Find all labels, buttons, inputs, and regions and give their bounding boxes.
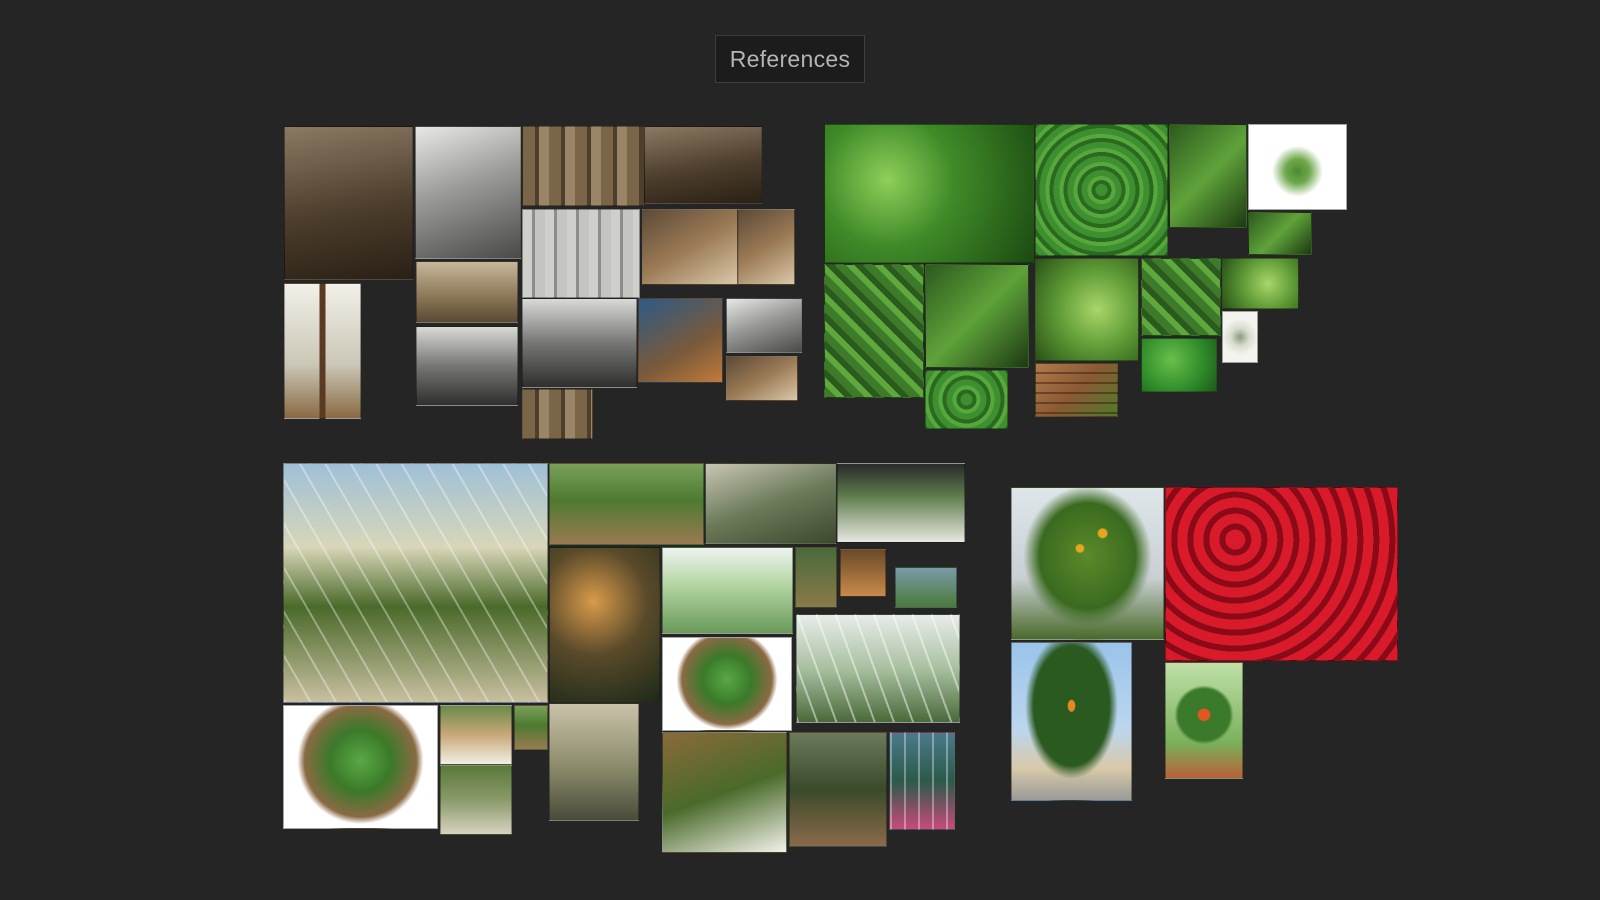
tree-image[interactable] xyxy=(1011,487,1164,640)
board-title-text: References xyxy=(729,45,851,72)
greenhouse-image[interactable] xyxy=(795,547,837,608)
foliage-image[interactable] xyxy=(1035,363,1118,417)
greenhouse-image[interactable] xyxy=(549,463,704,545)
board-title[interactable]: References xyxy=(715,35,865,83)
lab-image[interactable] xyxy=(726,356,798,401)
foliage-image[interactable] xyxy=(1035,124,1168,256)
greenhouse-image[interactable] xyxy=(440,705,512,765)
lab-image[interactable] xyxy=(522,126,644,206)
greenhouse-image[interactable] xyxy=(283,705,438,829)
greenhouse-image[interactable] xyxy=(283,463,548,703)
lab-image[interactable] xyxy=(644,126,762,204)
lab-image[interactable] xyxy=(522,389,593,439)
foliage-image[interactable] xyxy=(1248,124,1347,210)
lab-image[interactable] xyxy=(415,126,521,259)
greenhouse-image[interactable] xyxy=(895,567,957,608)
greenhouse-image[interactable] xyxy=(514,705,548,750)
lab-image[interactable] xyxy=(416,326,518,406)
greenhouse-image[interactable] xyxy=(889,732,955,830)
foliage-image[interactable] xyxy=(824,124,1034,263)
greenhouse-image[interactable] xyxy=(662,732,787,853)
greenhouse-image[interactable] xyxy=(662,547,793,634)
foliage-image[interactable] xyxy=(1169,124,1247,228)
lab-image[interactable] xyxy=(522,209,640,298)
foliage-image[interactable] xyxy=(1248,212,1312,255)
foliage-image[interactable] xyxy=(925,370,1008,429)
foliage-image[interactable] xyxy=(1141,338,1217,392)
lab-image[interactable] xyxy=(284,126,413,280)
greenhouse-image[interactable] xyxy=(840,549,886,597)
foliage-image[interactable] xyxy=(1222,311,1258,363)
foliage-image[interactable] xyxy=(1035,258,1139,361)
tree-image[interactable] xyxy=(1011,642,1132,801)
foliage-image[interactable] xyxy=(1141,258,1221,336)
greenhouse-image[interactable] xyxy=(837,463,965,543)
lab-image[interactable] xyxy=(638,298,723,383)
lab-image[interactable] xyxy=(642,209,738,285)
lab-image[interactable] xyxy=(726,298,802,353)
tree-image[interactable] xyxy=(1165,662,1243,779)
greenhouse-image[interactable] xyxy=(662,637,792,731)
greenhouse-image[interactable] xyxy=(549,547,660,702)
greenhouse-image[interactable] xyxy=(549,703,639,821)
greenhouse-image[interactable] xyxy=(440,765,512,835)
lab-image[interactable] xyxy=(284,283,361,419)
foliage-image[interactable] xyxy=(1222,258,1299,309)
lab-image[interactable] xyxy=(522,298,637,388)
greenhouse-image[interactable] xyxy=(796,614,960,723)
foliage-image[interactable] xyxy=(824,264,924,398)
greenhouse-image[interactable] xyxy=(789,732,887,847)
tree-image[interactable] xyxy=(1165,487,1398,661)
foliage-image[interactable] xyxy=(925,264,1029,368)
lab-image[interactable] xyxy=(738,209,795,285)
lab-image[interactable] xyxy=(416,261,518,323)
greenhouse-image[interactable] xyxy=(705,463,836,544)
